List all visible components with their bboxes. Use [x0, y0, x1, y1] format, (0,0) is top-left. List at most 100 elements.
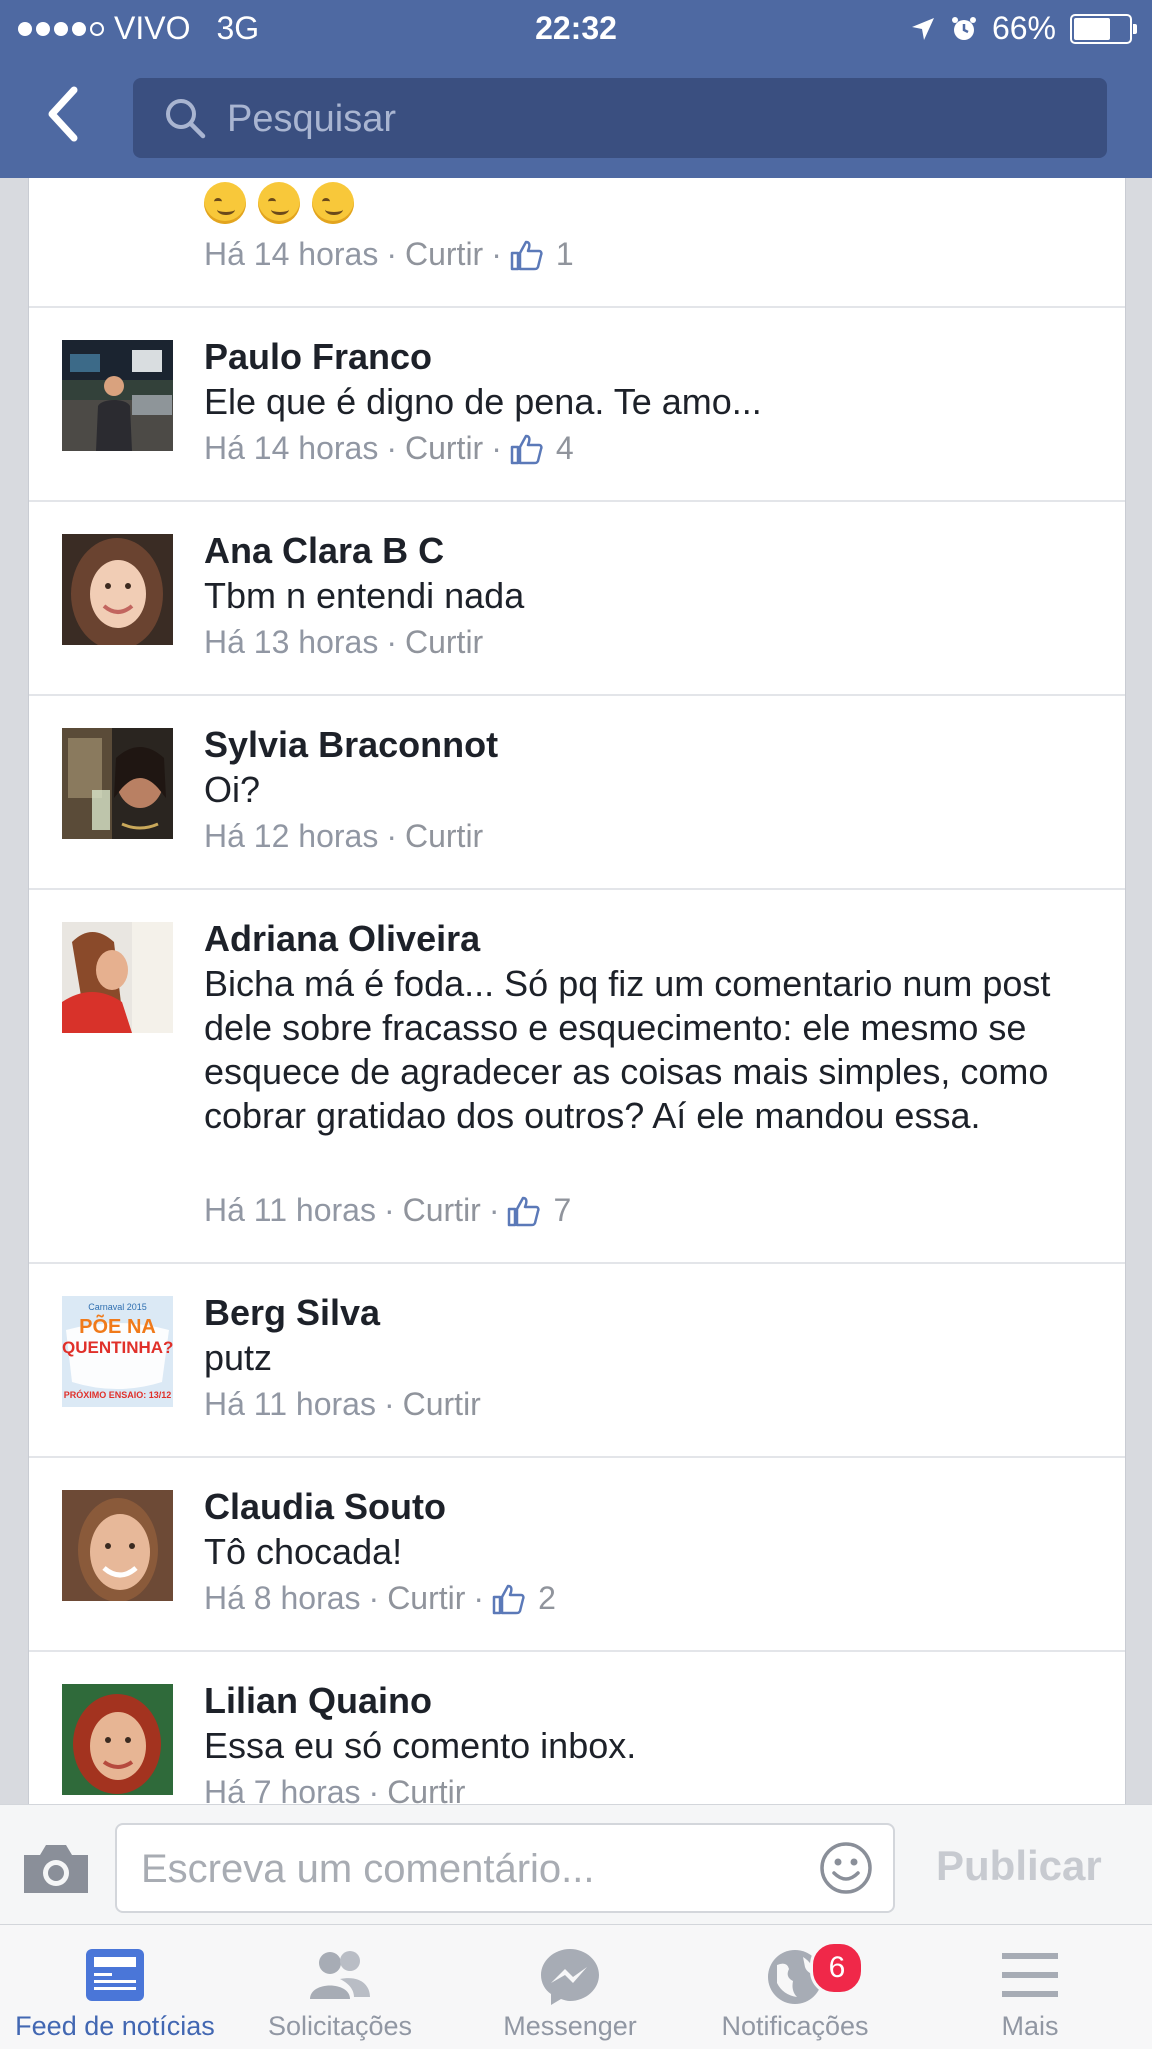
comment-time: Há 7 horas — [204, 1774, 361, 1804]
comment-meta: Há 13 horas · Curtir — [204, 624, 484, 661]
friend-requests-icon — [310, 1951, 370, 1999]
comment-text: putz — [204, 1337, 273, 1378]
comment-meta: Há 14 horas · Curtir · 1 — [204, 236, 574, 273]
comment-time: Há 11 horas — [204, 1386, 376, 1422]
notification-badge: 6 — [810, 1941, 864, 1995]
tab-label: Notificações — [721, 2011, 869, 2041]
tab-label: Messenger — [503, 2011, 637, 2041]
like-link[interactable]: Curtir — [403, 1192, 481, 1229]
tab-label: Mais — [1001, 2011, 1059, 2041]
like-link[interactable]: Curtir — [405, 818, 483, 855]
comment-time: Há 13 horas — [204, 624, 379, 660]
like-link[interactable]: Curtir — [405, 430, 483, 467]
tab-requests[interactable]: Solicitações — [225, 1925, 455, 2049]
battery-percent: 66% — [991, 10, 1056, 46]
tab-label: Solicitações — [267, 2011, 413, 2041]
winking-face-emoji — [204, 182, 246, 224]
comment-composer: Publicar — [0, 1804, 1152, 1925]
menu-icon — [1002, 1953, 1058, 1997]
commenter-name[interactable]: Ana Clara B C — [204, 530, 444, 572]
like-count-value: 1 — [555, 236, 574, 272]
avatar[interactable] — [62, 340, 173, 451]
avatar[interactable]: Carnaval 2015 PÕE NA QUENTINHA? PRÓXIMO … — [62, 1296, 173, 1407]
camera-button[interactable] — [20, 1841, 92, 1902]
status-bar: VIVO 3G 22:32 66% — [0, 0, 1152, 58]
tab-news-feed[interactable]: Feed de notícias — [0, 1925, 230, 2049]
commenter-name[interactable]: Claudia Souto — [204, 1486, 446, 1528]
like-count-value: 4 — [555, 430, 574, 466]
messenger-icon — [541, 1949, 599, 2005]
thumbs-up-icon — [510, 240, 543, 270]
winking-face-emoji — [312, 182, 354, 224]
comment-input[interactable] — [139, 1825, 803, 1913]
camera-icon — [24, 1845, 88, 1893]
comment-meta: Há 14 horas · Curtir · 4 — [204, 430, 574, 467]
commenter-name[interactable]: Berg Silva — [204, 1292, 380, 1334]
tab-label: Feed de notícias — [15, 2011, 215, 2041]
winking-face-emoji — [258, 182, 300, 224]
thumbs-up-icon — [508, 1196, 541, 1226]
comment-time: Há 14 horas — [204, 430, 379, 466]
emoji-button[interactable] — [819, 1841, 873, 1900]
thumbs-up-icon — [510, 434, 543, 464]
comments-list[interactable]: Há 14 horas · Curtir · 1 Paulo Franco El… — [28, 178, 1126, 1804]
tab-more[interactable]: Mais — [915, 1925, 1145, 2049]
like-link[interactable]: Curtir — [403, 1386, 481, 1423]
tab-messenger[interactable]: Messenger — [455, 1925, 685, 2049]
tab-bar: Feed de notícias Solicitações Messenger … — [0, 1924, 1152, 2049]
search-bar[interactable] — [133, 78, 1107, 160]
commenter-name[interactable]: Adriana Oliveira — [204, 918, 480, 960]
comment-meta: Há 11 horas · Curtir · 7 — [204, 1192, 572, 1229]
comment-input-box[interactable] — [115, 1823, 895, 1913]
comment-time: Há 11 horas — [204, 1192, 376, 1228]
chevron-left-icon — [48, 86, 78, 142]
search-input[interactable] — [225, 78, 1089, 160]
like-link[interactable]: Curtir — [405, 236, 483, 273]
comment-text: Tô chocada! — [204, 1531, 403, 1572]
thumbs-up-icon — [492, 1584, 525, 1614]
comment-emojis — [204, 182, 366, 224]
like-count: 4 — [510, 430, 574, 467]
comment-item: Lilian Quaino Essa eu só comento inbox. … — [29, 1650, 1125, 1804]
avatar[interactable] — [62, 728, 173, 839]
comment-text: Bicha má é foda... Só pq fiz um comentar… — [204, 963, 1051, 1136]
like-link[interactable]: Curtir — [387, 1774, 465, 1804]
publish-button[interactable]: Publicar — [930, 1841, 1108, 1891]
comment-time: Há 14 horas — [204, 236, 379, 272]
like-count-value: 7 — [553, 1192, 572, 1228]
like-link[interactable]: Curtir — [387, 1580, 465, 1617]
like-count: 7 — [507, 1192, 571, 1229]
avatar-text-line1: PÕE NA — [79, 1316, 156, 1338]
comment-item: Ana Clara B C Tbm n entendi nada Há 13 h… — [29, 500, 1125, 696]
comment-text: Ele que é digno de pena. Te amo... — [204, 381, 762, 422]
battery-level — [1074, 17, 1110, 40]
tab-notifications[interactable]: 6 Notificações — [680, 1925, 910, 2049]
comment-item: Paulo Franco Ele que é digno de pena. Te… — [29, 306, 1125, 502]
commenter-name[interactable]: Lilian Quaino — [204, 1680, 432, 1722]
alarm-icon — [951, 16, 976, 40]
avatar-text-top: Carnaval 2015 — [88, 1302, 147, 1312]
avatar[interactable] — [62, 534, 173, 645]
comment-item: Carnaval 2015 PÕE NA QUENTINHA? PRÓXIMO … — [29, 1262, 1125, 1458]
comment-text: Tbm n entendi nada — [204, 575, 525, 616]
comment-item: Sylvia Braconnot Oi? Há 12 horas · Curti… — [29, 694, 1125, 890]
avatar-text-bottom: PRÓXIMO ENSAIO: 13/12 — [63, 1390, 172, 1400]
news-feed-icon — [86, 1949, 144, 2001]
avatar[interactable] — [62, 1490, 173, 1601]
avatar[interactable] — [62, 922, 173, 1033]
like-count-value: 2 — [538, 1580, 556, 1616]
location-arrow-icon — [911, 17, 934, 40]
commenter-name[interactable]: Paulo Franco — [204, 336, 432, 378]
status-right: 66% — [910, 10, 1137, 47]
like-link[interactable]: Curtir — [405, 624, 483, 661]
like-count: 1 — [510, 236, 574, 273]
search-icon — [166, 99, 206, 139]
comment-meta: Há 8 horas · Curtir · 2 — [204, 1580, 556, 1617]
comment-item: Claudia Souto Tô chocada! Há 8 horas · C… — [29, 1456, 1125, 1652]
commenter-name[interactable]: Sylvia Braconnot — [204, 724, 498, 766]
top-header: VIVO 3G 22:32 66% — [0, 0, 1152, 178]
back-button[interactable] — [44, 84, 104, 148]
avatar[interactable] — [62, 1684, 173, 1795]
comment-time: Há 12 horas — [204, 818, 379, 854]
battery-icon — [1070, 13, 1137, 44]
